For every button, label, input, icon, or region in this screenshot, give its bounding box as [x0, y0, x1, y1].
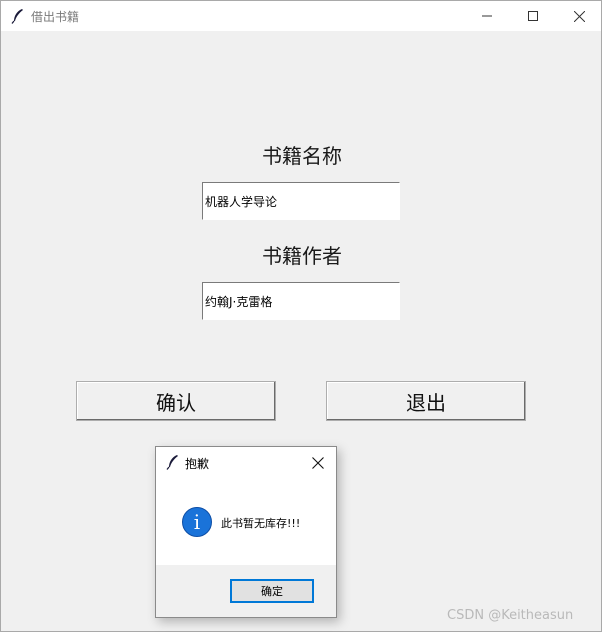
minimize-icon — [482, 15, 492, 17]
confirm-button[interactable]: 确认 — [76, 381, 276, 421]
feather-icon — [166, 454, 180, 474]
window-title: 借出书籍 — [31, 10, 80, 24]
exit-button[interactable]: 退出 — [326, 381, 526, 421]
info-icon: i — [182, 507, 212, 537]
sorry-dialog: 抱歉 i 此书暂无库存!!! 确定 — [155, 446, 337, 618]
book-author-input[interactable]: 约翰J·克雷格 — [202, 282, 400, 320]
dialog-footer: 确定 — [156, 565, 336, 617]
feather-icon — [11, 8, 25, 24]
minimize-button[interactable] — [464, 1, 510, 31]
maximize-icon — [528, 11, 538, 21]
close-button[interactable] — [556, 1, 602, 31]
dialog-message: 此书暂无库存!!! — [221, 517, 301, 530]
maximize-button[interactable] — [510, 1, 556, 31]
watermark: CSDN @Keitheasun — [447, 608, 574, 623]
book-name-label: 书籍名称 — [262, 144, 342, 168]
title-bar[interactable]: 借出书籍 — [1, 1, 601, 31]
dialog-close-button[interactable] — [308, 453, 328, 473]
close-icon — [573, 10, 585, 22]
dialog-title: 抱歉 — [185, 457, 210, 471]
book-name-input[interactable]: 机器人学导论 — [202, 182, 400, 220]
close-icon — [312, 457, 324, 469]
book-author-label: 书籍作者 — [262, 244, 342, 268]
dialog-title-bar[interactable]: 抱歉 — [156, 447, 336, 477]
ok-button[interactable]: 确定 — [230, 579, 314, 603]
